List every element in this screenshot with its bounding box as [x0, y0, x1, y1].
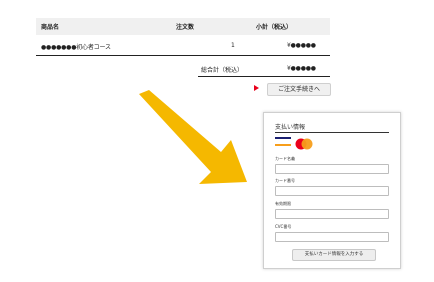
card-name-input[interactable] [275, 164, 389, 174]
visa-card-icon [275, 137, 291, 139]
col-header-subtotal: 小計（税込） [256, 24, 293, 31]
expiry-input[interactable] [275, 209, 389, 219]
expiry-label: 有効期限 [275, 201, 291, 206]
total-divider [198, 76, 330, 77]
payment-info-panel: 支払い情報 カード名義 カード番号 有効期限 CVC番号 支払いカード情報を入力… [263, 112, 401, 269]
col-header-product: 商品名 [41, 24, 60, 31]
card-number-input[interactable] [275, 186, 389, 196]
row-price: ¥●●●●● [287, 42, 316, 49]
card-number-label: カード番号 [275, 178, 295, 183]
cvc-label: CVC番号 [275, 224, 292, 229]
total-label: 総合計（税込） [201, 67, 244, 74]
pointer-arrow-icon [139, 90, 247, 184]
payment-title: 支払い情報 [275, 124, 306, 131]
submit-card-info-button[interactable]: 支払いカード情報を入力する [292, 249, 376, 261]
total-value: ¥●●●●● [287, 65, 316, 72]
row-product-name: ●●●●●●●初心者コース [41, 44, 111, 51]
cvc-input[interactable] [275, 232, 389, 242]
col-header-qty: 注文数 [176, 24, 195, 31]
card-stripe-icon [275, 144, 291, 146]
payment-title-divider [275, 132, 389, 133]
mastercard-icon [295, 138, 313, 150]
proceed-to-checkout-button[interactable]: ご注文手続きへ [267, 83, 331, 96]
row-divider [36, 55, 330, 56]
card-name-label: カード名義 [275, 156, 295, 161]
row-quantity: 1 [231, 42, 235, 49]
